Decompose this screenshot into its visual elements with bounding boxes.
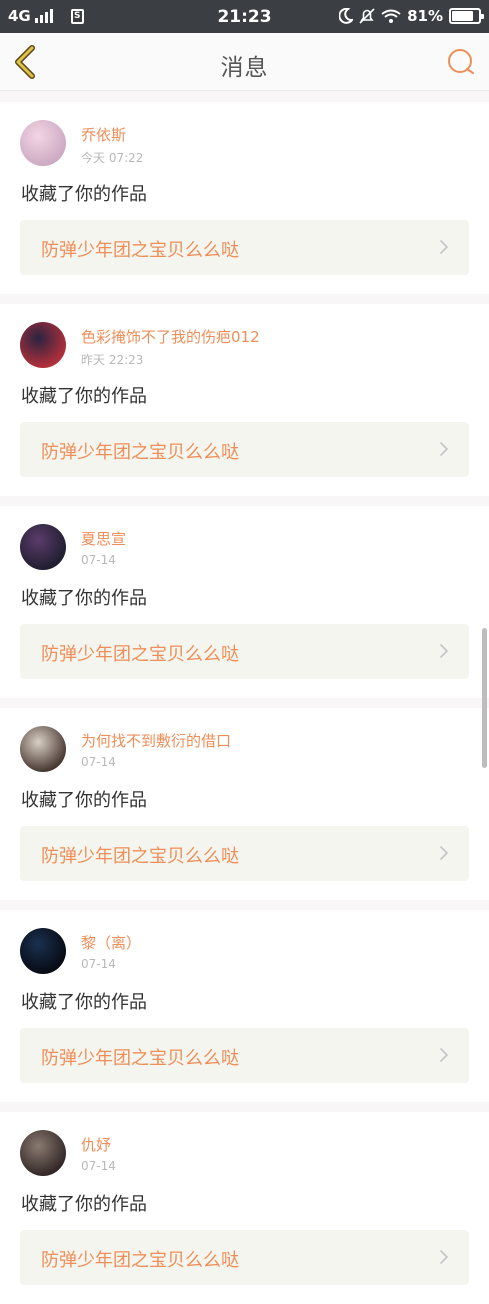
user-name[interactable]: 为何找不到敷衍的借口 [81, 730, 231, 751]
moon-icon [339, 8, 354, 24]
notification-item[interactable]: 色彩掩饰不了我的伤疤012 昨天 22:23 收藏了你的作品 防弹少年团之宝贝么… [0, 294, 489, 496]
work-link[interactable]: 防弹少年团之宝贝么么哒 [20, 826, 469, 881]
item-separator [0, 698, 489, 708]
mute-bell-icon [359, 8, 375, 24]
avatar[interactable] [20, 1130, 66, 1176]
user-name[interactable]: 乔依斯 [81, 124, 126, 145]
timestamp: 07-14 [81, 957, 116, 971]
notification-item[interactable]: 乔依斯 今天 07:22 收藏了你的作品 防弹少年团之宝贝么么哒 [0, 92, 489, 294]
user-name[interactable]: 黎（离） [81, 932, 141, 953]
action-text: 收藏了你的作品 [21, 386, 147, 407]
page-title: 消息 [220, 55, 269, 81]
chevron-right-icon [440, 1048, 448, 1062]
top-nav-bar: 消息 [0, 33, 489, 91]
work-title: 防弹少年团之宝贝么么哒 [41, 644, 239, 665]
action-text: 收藏了你的作品 [21, 184, 147, 205]
item-separator [0, 900, 489, 910]
user-name[interactable]: 夏思宣 [81, 528, 126, 549]
work-title: 防弹少年团之宝贝么么哒 [41, 846, 239, 867]
avatar[interactable] [20, 120, 66, 166]
timestamp: 07-14 [81, 553, 116, 567]
work-title: 防弹少年团之宝贝么么哒 [41, 1250, 239, 1271]
work-title: 防弹少年团之宝贝么么哒 [41, 1048, 239, 1069]
item-separator [0, 1102, 489, 1112]
avatar[interactable] [20, 524, 66, 570]
battery-fill [452, 11, 474, 21]
user-name[interactable]: 仇妤 [81, 1134, 111, 1155]
notification-list: 乔依斯 今天 07:22 收藏了你的作品 防弹少年团之宝贝么么哒 色彩掩饰不了我… [0, 92, 489, 1304]
notification-item[interactable]: 黎（离） 07-14 收藏了你的作品 防弹少年团之宝贝么么哒 [0, 900, 489, 1102]
work-link[interactable]: 防弹少年团之宝贝么么哒 [20, 1230, 469, 1285]
notification-item[interactable]: 夏思宣 07-14 收藏了你的作品 防弹少年团之宝贝么么哒 [0, 496, 489, 698]
avatar[interactable] [20, 928, 66, 974]
avatar[interactable] [20, 322, 66, 368]
timestamp: 今天 07:22 [81, 151, 144, 165]
item-separator [0, 92, 489, 102]
wifi-icon [381, 9, 401, 23]
status-bar: 4G S 21:23 81% [0, 0, 489, 33]
work-link[interactable]: 防弹少年团之宝贝么么哒 [20, 220, 469, 275]
work-link[interactable]: 防弹少年团之宝贝么么哒 [20, 422, 469, 477]
item-separator [0, 294, 489, 304]
item-separator [0, 496, 489, 506]
notification-item[interactable]: 仇妤 07-14 收藏了你的作品 防弹少年团之宝贝么么哒 [0, 1102, 489, 1304]
work-link[interactable]: 防弹少年团之宝贝么么哒 [20, 624, 469, 679]
chevron-right-icon [440, 644, 448, 658]
chevron-right-icon [440, 1250, 448, 1264]
work-link[interactable]: 防弹少年团之宝贝么么哒 [20, 1028, 469, 1083]
user-name[interactable]: 色彩掩饰不了我的伤疤012 [81, 326, 260, 347]
chevron-right-icon [440, 846, 448, 860]
action-text: 收藏了你的作品 [21, 992, 147, 1013]
chevron-right-icon [440, 240, 448, 254]
notification-item[interactable]: 为何找不到敷衍的借口 07-14 收藏了你的作品 防弹少年团之宝贝么么哒 [0, 698, 489, 900]
timestamp: 07-14 [81, 1159, 116, 1173]
work-title: 防弹少年团之宝贝么么哒 [41, 442, 239, 463]
battery-percent: 81% [407, 7, 443, 25]
chevron-right-icon [440, 442, 448, 456]
timestamp: 昨天 22:23 [81, 353, 144, 367]
battery-icon [449, 8, 484, 24]
action-text: 收藏了你的作品 [21, 790, 147, 811]
avatar[interactable] [20, 726, 66, 772]
status-right: 81% [339, 7, 484, 25]
action-text: 收藏了你的作品 [21, 588, 147, 609]
work-title: 防弹少年团之宝贝么么哒 [41, 240, 239, 261]
scrollbar[interactable] [482, 628, 487, 768]
timestamp: 07-14 [81, 755, 116, 769]
search-icon[interactable] [447, 48, 475, 76]
action-text: 收藏了你的作品 [21, 1194, 147, 1215]
